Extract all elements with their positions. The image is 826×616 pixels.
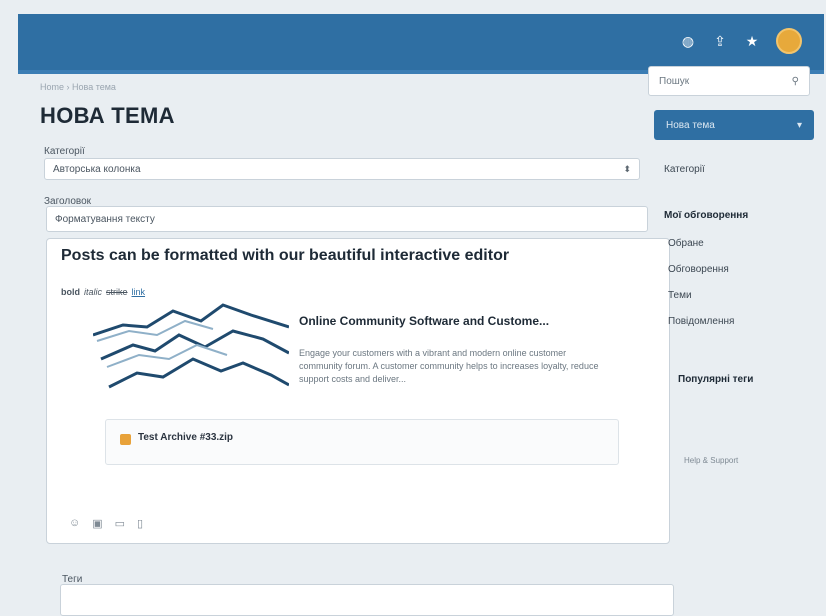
sidebar-item-categories[interactable]: Категорії xyxy=(664,164,705,175)
globe-icon[interactable]: ◍ xyxy=(680,33,696,49)
gif-icon[interactable]: ▭ xyxy=(115,517,125,530)
attachment-name[interactable]: Test Archive #33.zip xyxy=(138,432,233,443)
sidebar-my-discussions-heading: Мої обговорення xyxy=(664,210,748,221)
category-select[interactable]: Авторська колонка ⬍ xyxy=(44,158,640,180)
editor-heading[interactable]: Posts can be formatted with our beautifu… xyxy=(61,247,509,265)
mountain-image xyxy=(93,303,289,389)
attach-file-icon[interactable]: ▯ xyxy=(137,517,143,530)
image-icon[interactable]: ▣ xyxy=(92,517,102,530)
editor-toolbar: ☺ ▣ ▭ ▯ xyxy=(69,517,143,530)
sidebar-popular-tags[interactable]: Популярні теги xyxy=(678,374,753,385)
star-icon[interactable]: ★ xyxy=(744,33,760,49)
sidebar-item-messages[interactable]: Повідомлення xyxy=(668,316,734,327)
tags-input[interactable] xyxy=(60,584,674,616)
new-topic-button[interactable]: Нова тема ▾ xyxy=(654,110,814,140)
header-icons: ◍ ⇪ ★ xyxy=(680,28,802,54)
chevron-down-icon: ⬍ xyxy=(623,163,631,174)
category-value: Авторська колонка xyxy=(53,163,141,175)
search-input[interactable]: Пошук ⚲ xyxy=(648,66,810,96)
page-title: НОВА ТЕМА xyxy=(40,103,175,128)
title-input[interactable]: Форматування тексту xyxy=(46,206,648,232)
archive-icon xyxy=(120,434,131,445)
new-topic-label: Нова тема xyxy=(666,119,715,131)
avatar[interactable] xyxy=(776,28,802,54)
post-editor[interactable]: Posts can be formatted with our beautifu… xyxy=(46,238,670,544)
my-discussions-title: Мої обговорення xyxy=(664,210,749,221)
popular-tags-title: Популярні теги xyxy=(678,374,754,385)
search-icon[interactable]: ⚲ xyxy=(792,76,799,87)
bold-text: bold xyxy=(61,287,80,297)
upload-icon[interactable]: ⇪ xyxy=(712,33,728,49)
strike-text: strike xyxy=(106,287,128,297)
link-card-title[interactable]: Online Community Software and Custome... xyxy=(299,314,549,328)
emoji-icon[interactable]: ☺ xyxy=(69,517,80,530)
link-card-description: Engage your customers with a vibrant and… xyxy=(299,348,599,384)
chevron-down-icon: ▾ xyxy=(796,119,802,131)
breadcrumb[interactable]: Home › Нова тема xyxy=(40,82,116,92)
sidebar-item-discussions[interactable]: Обговорення xyxy=(668,264,729,275)
help-support-link[interactable]: Help & Support xyxy=(684,456,738,465)
format-sample: bold italic strike link xyxy=(61,287,145,297)
title-value: Форматування тексту xyxy=(55,213,155,225)
category-label: Категорії xyxy=(44,146,85,157)
attachment[interactable]: Test Archive #33.zip xyxy=(105,419,619,465)
italic-text: italic xyxy=(84,287,103,297)
sidebar-item-topics[interactable]: Теми xyxy=(668,290,692,301)
search-placeholder: Пошук xyxy=(659,75,690,87)
top-header-bar: ◍ ⇪ ★ xyxy=(18,14,824,74)
sidebar-item-favorites[interactable]: Обране xyxy=(668,238,704,249)
link-text[interactable]: link xyxy=(132,287,146,297)
